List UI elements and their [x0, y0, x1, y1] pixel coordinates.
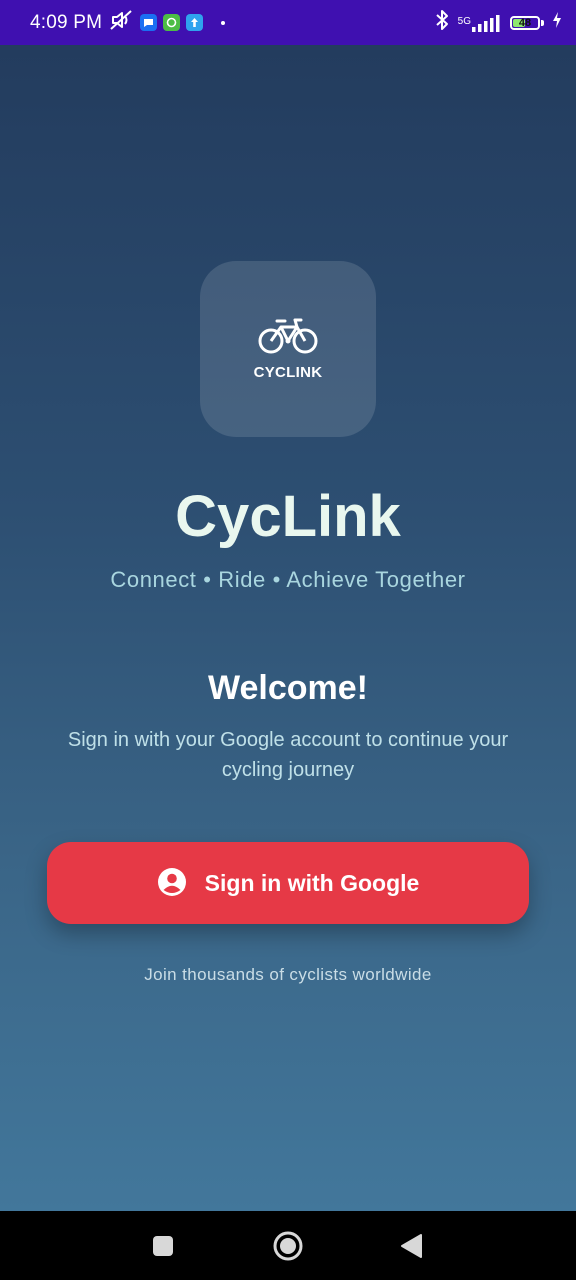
bluetooth-icon	[434, 9, 450, 36]
app-logo: CYCLINK	[200, 261, 376, 437]
logo-wordmark: CYCLINK	[253, 364, 323, 381]
app-title: CycLink	[175, 484, 401, 549]
status-left: 4:09 PM	[30, 0, 226, 45]
back-triangle-icon[interactable]	[376, 1211, 446, 1280]
welcome-subtitle: Sign in with your Google account to cont…	[67, 729, 509, 781]
welcome-heading: Welcome!	[208, 669, 368, 707]
status-time: 4:09 PM	[30, 11, 103, 33]
home-circle-icon[interactable]	[253, 1211, 323, 1280]
notification-dot	[221, 20, 226, 25]
login-screen: CYCLINK CycLink Connect • Ride • Achieve…	[0, 45, 576, 1211]
charging-icon	[552, 12, 562, 33]
chat-app-icon	[163, 14, 181, 31]
recents-square-icon[interactable]	[128, 1211, 198, 1280]
battery-icon: 48	[510, 15, 544, 30]
battery-level: 48	[518, 16, 532, 29]
footer-text: Join thousands of cyclists worldwide	[144, 965, 432, 984]
message-app-icon	[140, 14, 158, 31]
sign-in-label: Sign in with Google	[204, 869, 420, 896]
muted-icon	[108, 9, 134, 36]
bicycle-icon	[257, 317, 319, 360]
upload-app-icon	[186, 14, 204, 31]
status-bar: 4:09 PM 5G 48	[0, 0, 576, 45]
network-type: 5G	[457, 15, 471, 27]
tagline: Connect • Ride • Achieve Together	[110, 567, 466, 592]
status-right: 5G 48	[434, 0, 562, 45]
signal-icon: 5G	[458, 13, 502, 33]
account-circle-icon	[157, 867, 187, 900]
system-nav-bar	[0, 1211, 576, 1280]
sign-in-with-google-button[interactable]: Sign in with Google	[47, 842, 529, 924]
